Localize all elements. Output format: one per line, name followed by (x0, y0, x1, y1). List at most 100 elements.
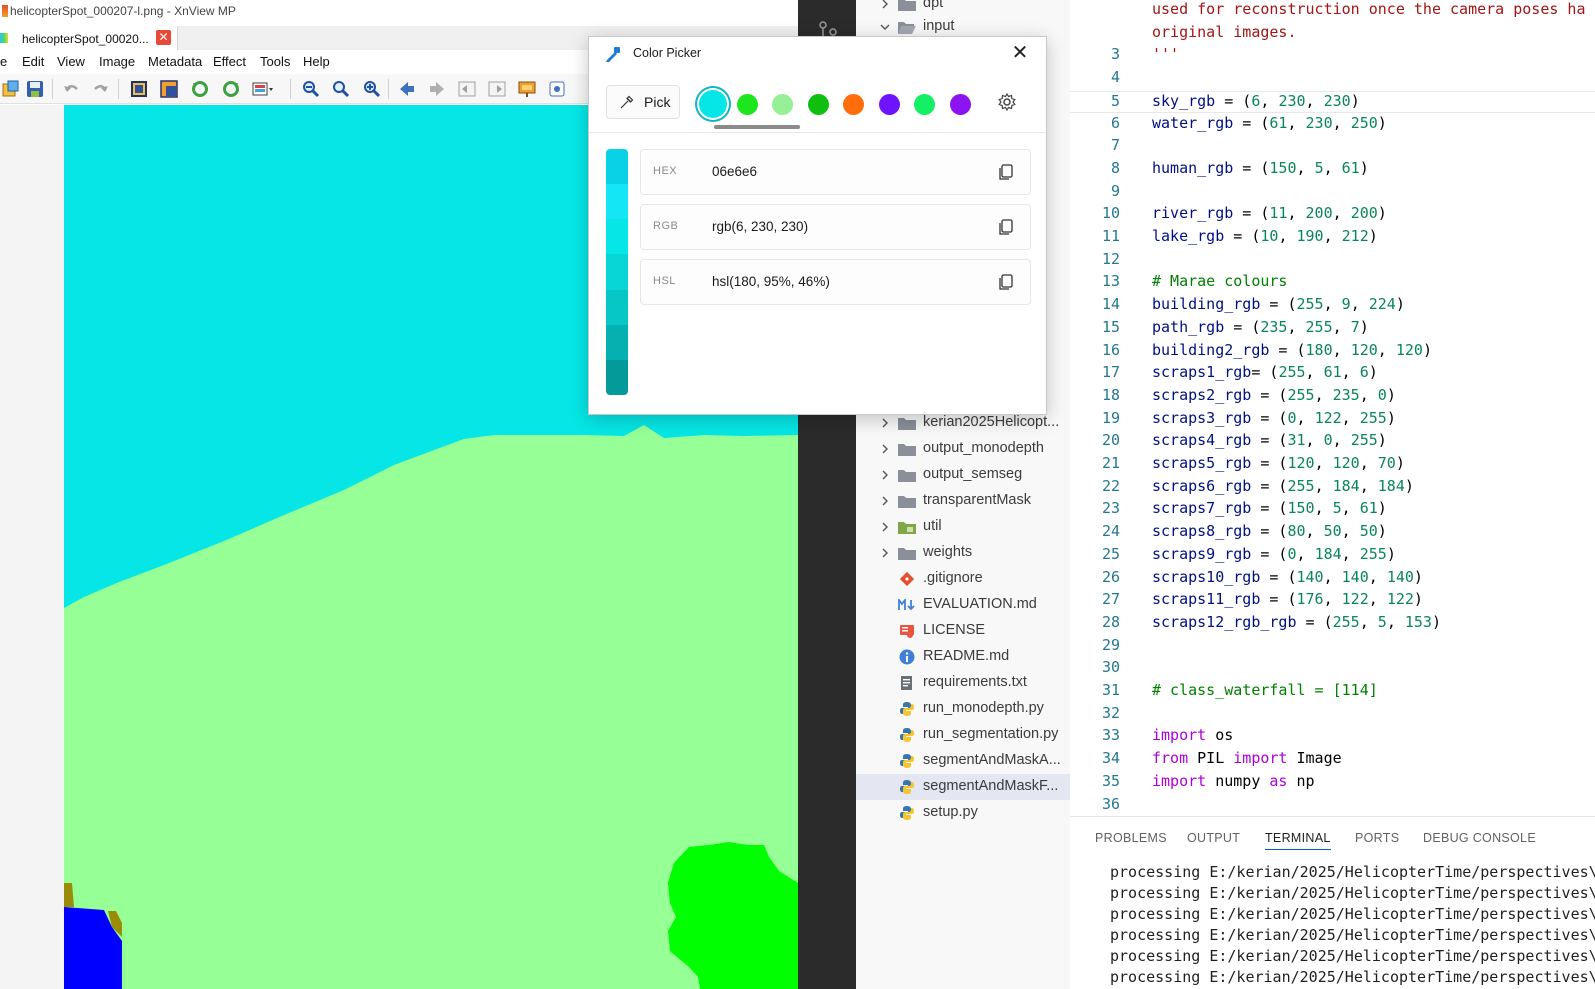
code-line[interactable]: 11 lake_rgb = (10, 190, 212) (1070, 227, 1595, 250)
code-line[interactable]: 34 from PIL import Image (1070, 749, 1595, 772)
browse-icon[interactable] (0, 79, 22, 99)
code-line[interactable]: used for reconstruction once the camera … (1070, 0, 1595, 23)
code-line[interactable]: 21 scraps5_rgb = (120, 120, 70) (1070, 454, 1595, 477)
code-line[interactable]: 16 building2_rgb = (180, 120, 120) (1070, 341, 1595, 364)
code-line[interactable]: 19 scraps3_rgb = (0, 122, 255) (1070, 409, 1595, 432)
menu-image[interactable]: Image (99, 54, 135, 69)
first-image-icon[interactable] (456, 79, 478, 99)
previous-image-icon[interactable] (396, 79, 418, 99)
code-line[interactable]: 12 (1070, 250, 1595, 273)
tree-item-weights[interactable]: weights (856, 540, 1070, 566)
tree-item-license[interactable]: LICENSE (856, 618, 1070, 644)
tab-debug-console[interactable]: DEBUG CONSOLE (1423, 831, 1536, 845)
pick-button[interactable]: Pick (606, 85, 680, 119)
slideshow-icon[interactable] (516, 79, 538, 99)
save-icon[interactable] (24, 79, 46, 99)
color-swatch[interactable] (699, 90, 727, 118)
rotate-left-icon[interactable] (189, 79, 211, 99)
color-swatch[interactable] (808, 94, 829, 115)
crop-icon[interactable] (128, 79, 150, 99)
color-swatch[interactable] (843, 94, 864, 115)
tree-item-readme[interactable]: README.md (856, 644, 1070, 670)
tree-item-transparent-mask[interactable]: transparentMask (856, 488, 1070, 514)
code-line[interactable]: 26 scraps10_rgb = (140, 140, 140) (1070, 568, 1595, 591)
code-line[interactable]: 36 (1070, 795, 1595, 817)
code-line[interactable]: 29 (1070, 636, 1595, 659)
code-line[interactable]: 15 path_rgb = (235, 255, 7) (1070, 318, 1595, 341)
zoom-fit-icon[interactable] (330, 79, 352, 99)
code-line[interactable]: 14 building_rgb = (255, 9, 224) (1070, 295, 1595, 318)
properties-icon[interactable] (546, 79, 568, 99)
code-line[interactable]: 24 scraps8_rgb = (80, 50, 50) (1070, 522, 1595, 545)
code-line[interactable]: 4 (1070, 68, 1595, 91)
copy-icon[interactable] (997, 218, 1015, 236)
tab-output[interactable]: OUTPUT (1187, 831, 1240, 845)
code-line[interactable]: 6 water_rgb = (61, 230, 250) (1070, 114, 1595, 137)
rotate-right-icon[interactable] (220, 79, 242, 99)
shade-step[interactable] (606, 254, 628, 290)
tree-item-output-semseg[interactable]: output_semseg (856, 462, 1070, 488)
undo-icon[interactable] (60, 79, 82, 99)
zoom-in-icon[interactable] (361, 79, 383, 99)
tab-problems[interactable]: PROBLEMS (1095, 831, 1167, 845)
code-line[interactable]: 33 import os (1070, 726, 1595, 749)
shade-step[interactable] (606, 289, 628, 325)
tree-item-requirements[interactable]: requirements.txt (856, 670, 1070, 696)
shade-step[interactable] (606, 324, 628, 360)
menu-effect[interactable]: Effect (213, 54, 246, 69)
tree-item-segment-and-mask-f[interactable]: segmentAndMaskF... (856, 774, 1070, 800)
zoom-out-icon[interactable] (300, 79, 322, 99)
menu-tools[interactable]: Tools (260, 54, 290, 69)
code-line[interactable]: 13 # Marae colours (1070, 272, 1595, 295)
menu-edit[interactable]: Edit (22, 54, 44, 69)
tree-item-output-monodepth[interactable]: output_monodepth (856, 436, 1070, 462)
code-line[interactable]: 3 ''' (1070, 45, 1595, 68)
code-line[interactable]: 8 human_rgb = (150, 5, 61) (1070, 159, 1595, 182)
resize-icon[interactable] (158, 79, 180, 99)
color-swatch[interactable] (950, 94, 971, 115)
tree-item-run-monodepth[interactable]: run_monodepth.py (856, 696, 1070, 722)
image-tab[interactable]: helicopterSpot_00020... ✕ (0, 26, 178, 50)
code-editor[interactable]: used for reconstruction once the camera … (1070, 0, 1595, 816)
copy-icon[interactable] (997, 273, 1015, 291)
color-swatch[interactable] (914, 94, 935, 115)
adjust-icon[interactable] (252, 79, 274, 99)
swatch-scrollbar[interactable] (714, 125, 800, 129)
gear-icon[interactable] (997, 92, 1017, 112)
code-line[interactable]: 35 import numpy as np (1070, 772, 1595, 795)
menu-view[interactable]: View (57, 54, 85, 69)
code-line[interactable]: 22 scraps6_rgb = (255, 184, 184) (1070, 477, 1595, 500)
shade-step[interactable] (606, 184, 628, 220)
tree-item-segment-and-mask-a[interactable]: segmentAndMaskA... (856, 748, 1070, 774)
tree-item-gitignore[interactable]: .gitignore (856, 566, 1070, 592)
code-line[interactable]: 31 # class_waterfall = [114] (1070, 681, 1595, 704)
redo-icon[interactable] (90, 79, 112, 99)
code-line[interactable]: 18 scraps2_rgb = (255, 235, 0) (1070, 386, 1595, 409)
code-line[interactable]: 9 (1070, 182, 1595, 205)
shade-step[interactable] (606, 149, 628, 185)
code-line[interactable]: 28 scraps12_rgb_rgb = (255, 5, 153) (1070, 613, 1595, 636)
last-image-icon[interactable] (486, 79, 508, 99)
code-line[interactable]: original images. (1070, 23, 1595, 46)
tab-terminal[interactable]: TERMINAL (1265, 831, 1331, 850)
code-line[interactable]: 7 (1070, 136, 1595, 159)
tree-item-util[interactable]: util (856, 514, 1070, 540)
tab-close-icon[interactable]: ✕ (156, 30, 171, 45)
color-swatch[interactable] (737, 94, 758, 115)
menu-file[interactable]: e (0, 54, 7, 69)
close-icon[interactable]: ✕ (1005, 41, 1035, 65)
next-image-icon[interactable] (426, 79, 448, 99)
code-line[interactable]: 23 scraps7_rgb = (150, 5, 61) (1070, 499, 1595, 522)
code-line[interactable]: 30 (1070, 658, 1595, 681)
code-line[interactable]: 5 sky_rgb = (6, 230, 230) (1070, 90, 1595, 114)
tree-item-setup[interactable]: setup.py (856, 800, 1070, 826)
menu-help[interactable]: Help (303, 54, 330, 69)
code-line[interactable]: 25 scraps9_rgb = (0, 184, 255) (1070, 545, 1595, 568)
code-line[interactable]: 20 scraps4_rgb = (31, 0, 255) (1070, 431, 1595, 454)
tab-ports[interactable]: PORTS (1355, 831, 1399, 845)
color-swatch[interactable] (772, 94, 793, 115)
code-line[interactable]: 27 scraps11_rgb = (176, 122, 122) (1070, 590, 1595, 613)
copy-icon[interactable] (997, 163, 1015, 181)
code-line[interactable]: 17 scraps1_rgb= (255, 61, 6) (1070, 363, 1595, 386)
menu-metadata[interactable]: Metadata (148, 54, 202, 69)
